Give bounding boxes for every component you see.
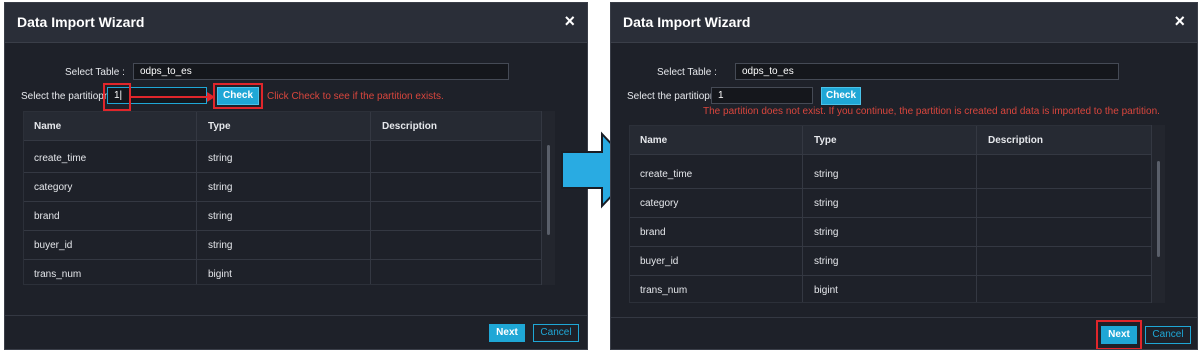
col-description-header: Description <box>988 135 1044 146</box>
cell-type: bigint <box>208 269 232 280</box>
partition-input[interactable]: 1 <box>711 87 813 104</box>
cancel-button[interactable]: Cancel <box>1145 326 1191 344</box>
annotation-arrow <box>131 92 215 102</box>
check-button-highlight <box>213 83 263 109</box>
cell-type: string <box>814 227 839 238</box>
schema-table: Name Type Description create_time string… <box>23 111 555 285</box>
cancel-button[interactable]: Cancel <box>533 324 579 342</box>
column-divider <box>370 112 371 284</box>
data-import-wizard-dialog-left: Data Import Wizard × Select Table : odps… <box>4 2 588 350</box>
close-icon[interactable]: × <box>564 11 575 32</box>
table-row[interactable]: buyer_id string <box>630 247 1164 276</box>
table-row[interactable]: trans_num bigint <box>24 260 554 289</box>
table-row[interactable]: buyer_id string <box>24 231 554 260</box>
table-row[interactable]: create_time string <box>24 144 554 173</box>
column-divider <box>976 126 977 302</box>
cell-name: create_time <box>34 153 87 164</box>
cell-name: buyer_id <box>640 256 679 267</box>
col-type-header: Type <box>208 121 231 132</box>
cell-name: category <box>640 198 679 209</box>
cell-name: brand <box>34 211 60 222</box>
select-table-field[interactable]: odps_to_es <box>735 63 1119 80</box>
close-icon[interactable]: × <box>1174 11 1185 32</box>
partition-warning: The partition does not exist. If you con… <box>703 106 1160 117</box>
table-row[interactable]: trans_num bigint <box>630 276 1164 305</box>
cell-type: string <box>208 182 233 193</box>
cell-type: bigint <box>814 285 838 296</box>
check-hint: Click Check to see if the partition exis… <box>267 91 444 102</box>
dialog-title: Data Import Wizard <box>17 14 145 30</box>
table-header: Name Type Description <box>24 112 554 141</box>
next-button-highlight <box>1096 320 1142 349</box>
cell-name: buyer_id <box>34 240 73 251</box>
partition-label: Select the partitiopnto <box>627 91 724 102</box>
check-button[interactable]: Check <box>821 87 861 105</box>
cell-type: string <box>208 153 233 164</box>
footer-divider <box>611 317 1197 318</box>
cell-name: trans_num <box>34 269 82 280</box>
select-table-field[interactable]: odps_to_es <box>133 63 509 80</box>
column-divider <box>802 126 803 302</box>
table-scrollbar[interactable] <box>541 111 555 285</box>
dialog-titlebar: Data Import Wizard × <box>5 3 587 43</box>
table-row[interactable]: category string <box>24 173 554 202</box>
cell-name: create_time <box>640 169 693 180</box>
col-name-header: Name <box>640 135 668 146</box>
select-table-label: Select Table : <box>657 67 717 78</box>
next-button[interactable]: Next <box>489 324 525 342</box>
select-table-label: Select Table : <box>65 67 125 78</box>
col-type-header: Type <box>814 135 837 146</box>
cell-type: string <box>814 256 839 267</box>
cell-type: string <box>208 211 233 222</box>
data-import-wizard-dialog-right: Data Import Wizard × Select Table : odps… <box>610 2 1198 350</box>
table-scrollbar[interactable] <box>1151 125 1165 303</box>
footer-divider <box>5 315 587 316</box>
table-row[interactable]: brand string <box>24 202 554 231</box>
cell-name: trans_num <box>640 285 688 296</box>
table-header: Name Type Description <box>630 126 1164 155</box>
partition-input-highlight <box>103 83 131 111</box>
cell-type: string <box>208 240 233 251</box>
dialog-titlebar: Data Import Wizard × <box>611 3 1197 43</box>
schema-table: Name Type Description create_time string… <box>629 125 1165 303</box>
cell-type: string <box>814 169 839 180</box>
cell-name: category <box>34 182 73 193</box>
table-row[interactable]: brand string <box>630 218 1164 247</box>
table-row[interactable]: create_time string <box>630 160 1164 189</box>
col-name-header: Name <box>34 121 62 132</box>
cell-name: brand <box>640 227 666 238</box>
scrollbar-thumb[interactable] <box>1157 161 1160 257</box>
dialog-title: Data Import Wizard <box>623 14 751 30</box>
scrollbar-thumb[interactable] <box>547 145 550 235</box>
col-description-header: Description <box>382 121 438 132</box>
cell-type: string <box>814 198 839 209</box>
table-row[interactable]: category string <box>630 189 1164 218</box>
column-divider <box>196 112 197 284</box>
